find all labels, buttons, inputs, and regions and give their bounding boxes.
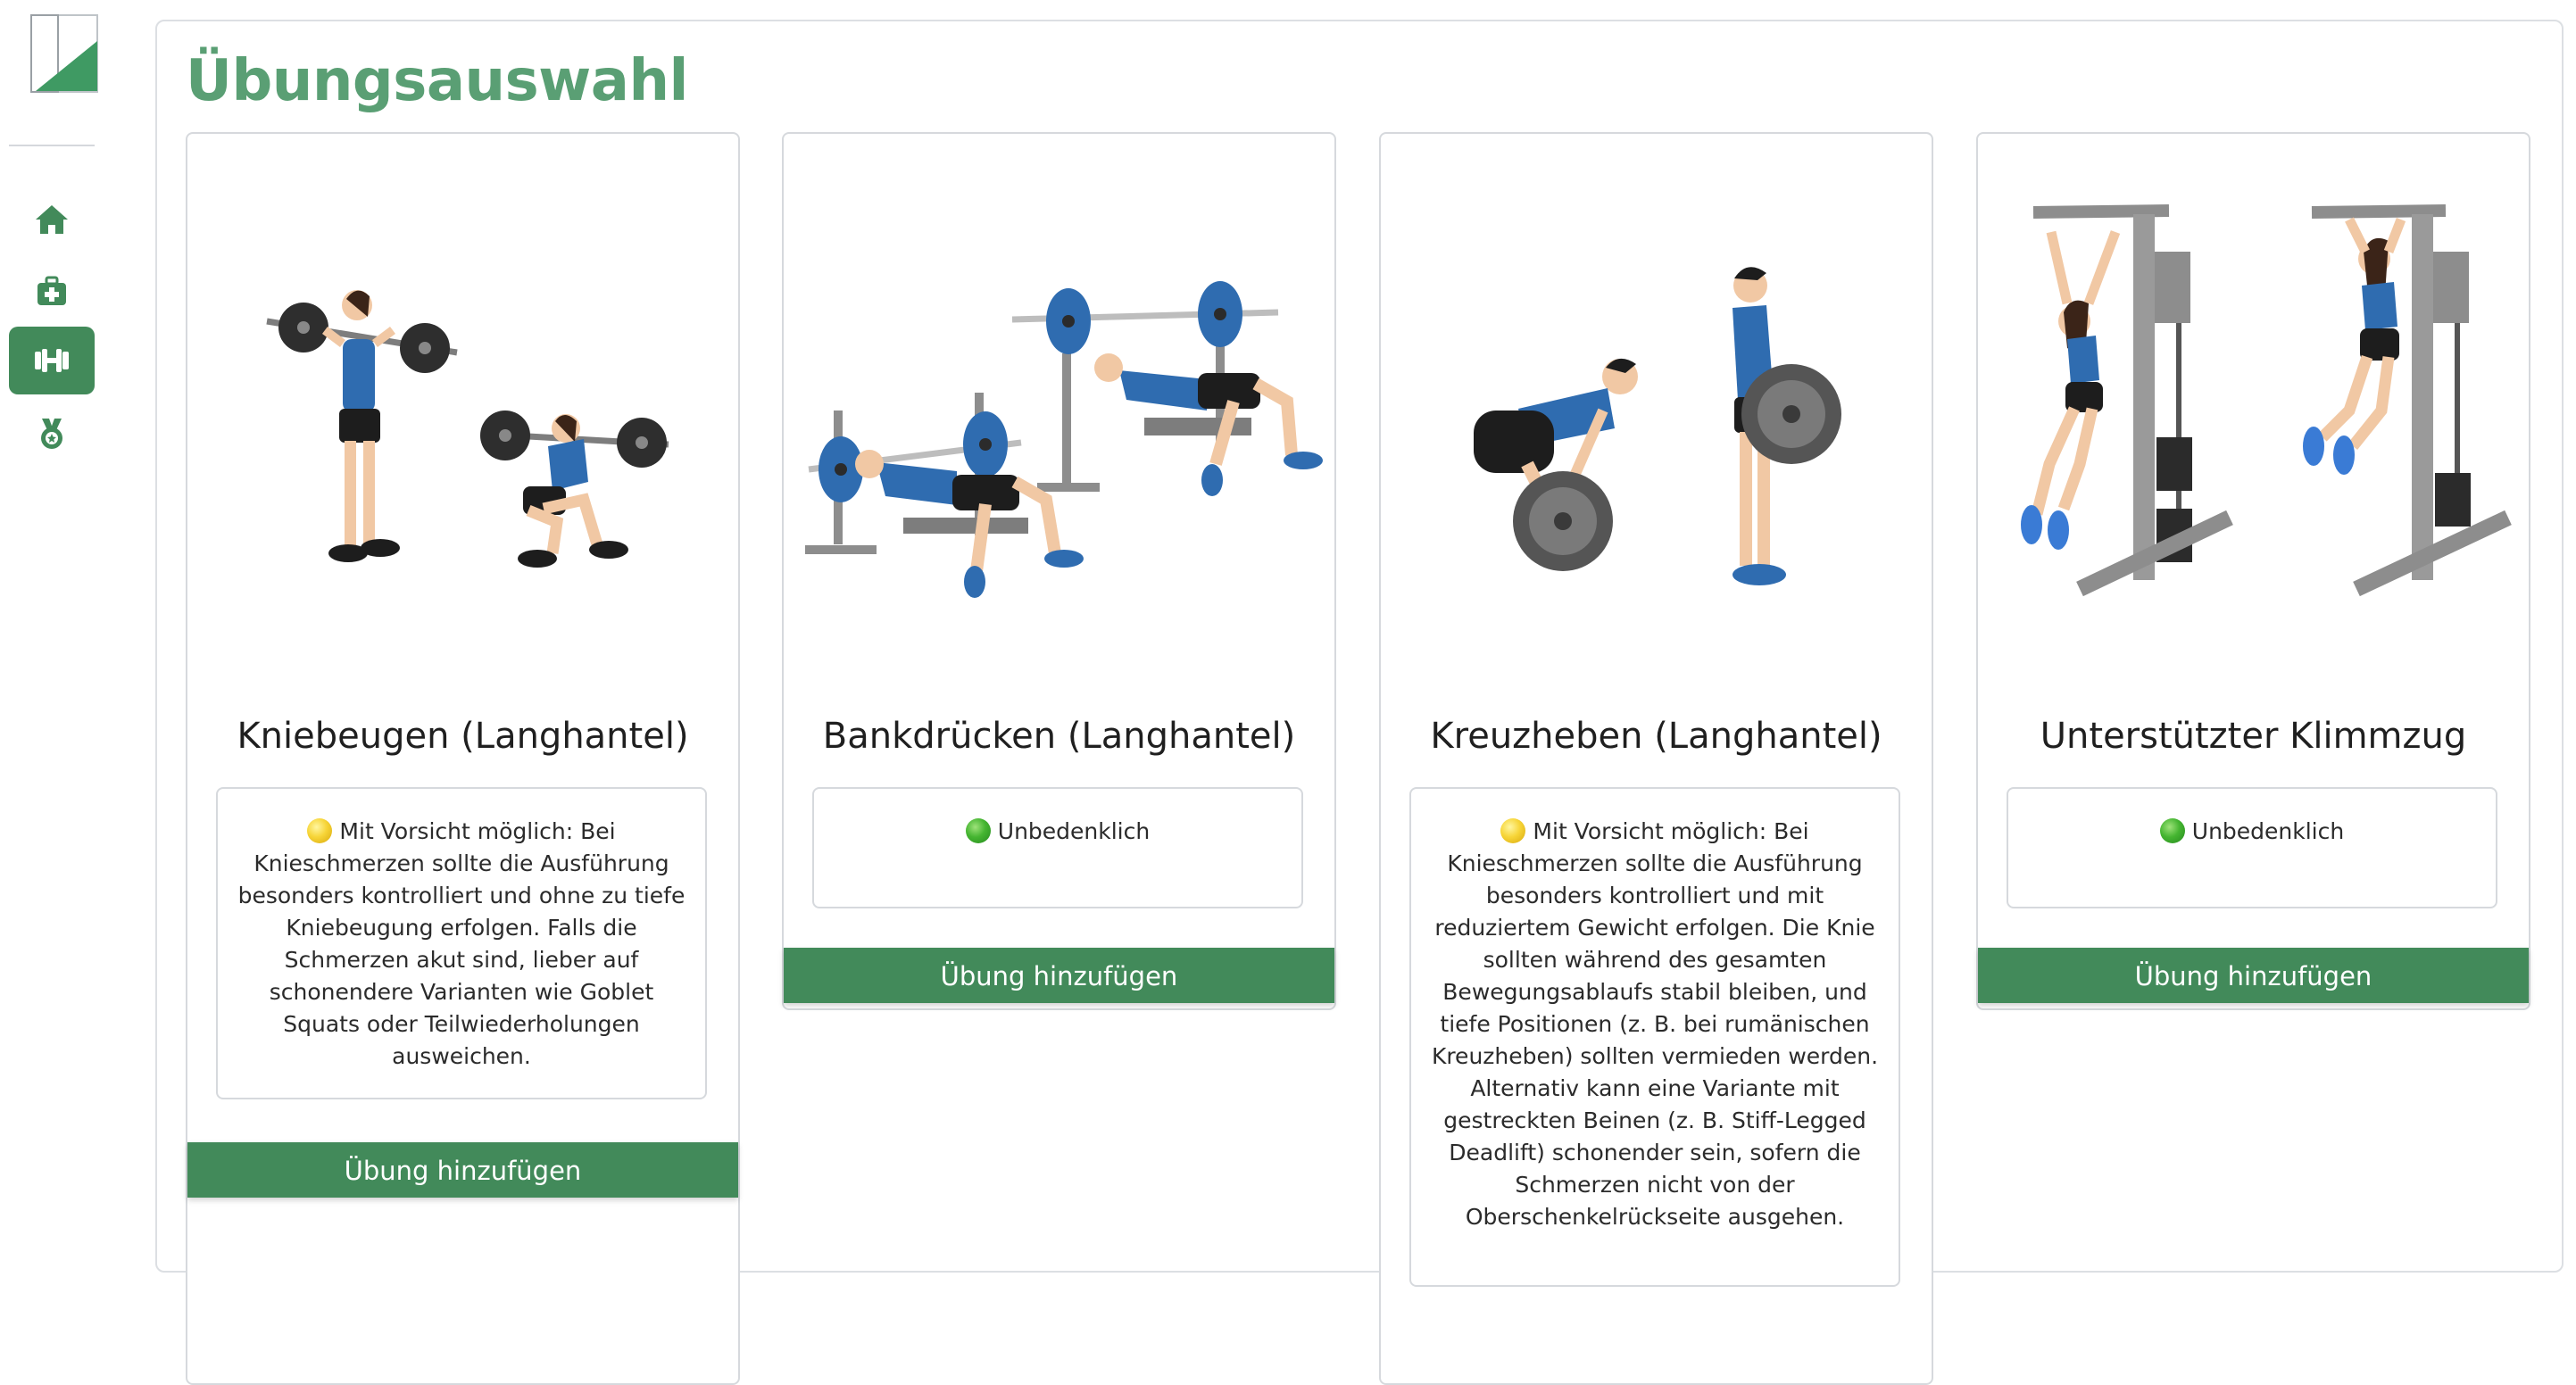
nav-home[interactable]	[9, 186, 95, 253]
card-title: Bankdrücken (Langhantel)	[822, 716, 1296, 757]
green-circle-icon	[965, 818, 991, 843]
nav-achievements[interactable]	[9, 400, 95, 468]
exercise-card-assisted-pullup: Unterstützter Klimmzug Unbedenklich Übun…	[1976, 132, 2530, 1010]
note-text: Mit Vorsicht möglich: Bei Knieschmerzen …	[1431, 818, 1879, 1230]
medal-icon	[37, 417, 67, 451]
bench-press-illustration	[787, 170, 1331, 616]
card-title: Kreuzheben (Langhantel)	[1430, 716, 1882, 757]
sidebar-divider	[9, 145, 95, 146]
squat-illustration	[191, 170, 735, 616]
yellow-circle-icon	[1500, 818, 1526, 843]
green-circle-icon	[2159, 818, 2185, 843]
nav-medical[interactable]	[9, 257, 95, 325]
app-logo[interactable]	[30, 14, 98, 93]
note-text: Unbedenklich	[2191, 818, 2345, 844]
yellow-circle-icon	[307, 818, 333, 843]
exercise-card-bench-press: Bankdrücken (Langhantel) Unbedenklich Üb…	[782, 132, 1336, 1010]
assisted-pullup-illustration	[1982, 170, 2525, 616]
card-title: Unterstützter Klimmzug	[2040, 716, 2467, 757]
card-note: Unbedenklich	[812, 787, 1303, 908]
card-note: Unbedenklich	[2007, 787, 2497, 908]
card-note: Mit Vorsicht möglich: Bei Knieschmerzen …	[216, 787, 707, 1099]
note-text: Mit Vorsicht möglich: Bei Knieschmerzen …	[237, 818, 686, 1069]
dumbbell-icon	[32, 347, 71, 374]
card-title: Kniebeugen (Langhantel)	[237, 716, 689, 757]
add-exercise-button[interactable]: Übung hinzufügen	[784, 948, 1334, 1003]
add-exercise-button[interactable]: Übung hinzufügen	[1978, 948, 2529, 1003]
deadlift-illustration	[1384, 170, 1928, 616]
sidebar	[0, 0, 104, 1208]
page-title: Übungsauswahl	[186, 48, 688, 114]
exercise-card-squat: Kniebeugen (Langhantel) Mit Vorsicht mög…	[186, 132, 740, 1385]
nav-exercises[interactable]	[9, 327, 95, 394]
home-icon	[34, 203, 70, 236]
exercise-card-deadlift: Kreuzheben (Langhantel) Mit Vorsicht mög…	[1379, 132, 1933, 1385]
note-text: Unbedenklich	[997, 818, 1151, 844]
add-exercise-button[interactable]: Übung hinzufügen	[187, 1142, 738, 1198]
exercise-selection-panel: Übungsauswahl Kniebeugen (Langhantel) Mi…	[155, 20, 2564, 1385]
card-note: Mit Vorsicht möglich: Bei Knieschmerzen …	[1409, 787, 1900, 1287]
medical-bag-icon	[36, 275, 68, 307]
